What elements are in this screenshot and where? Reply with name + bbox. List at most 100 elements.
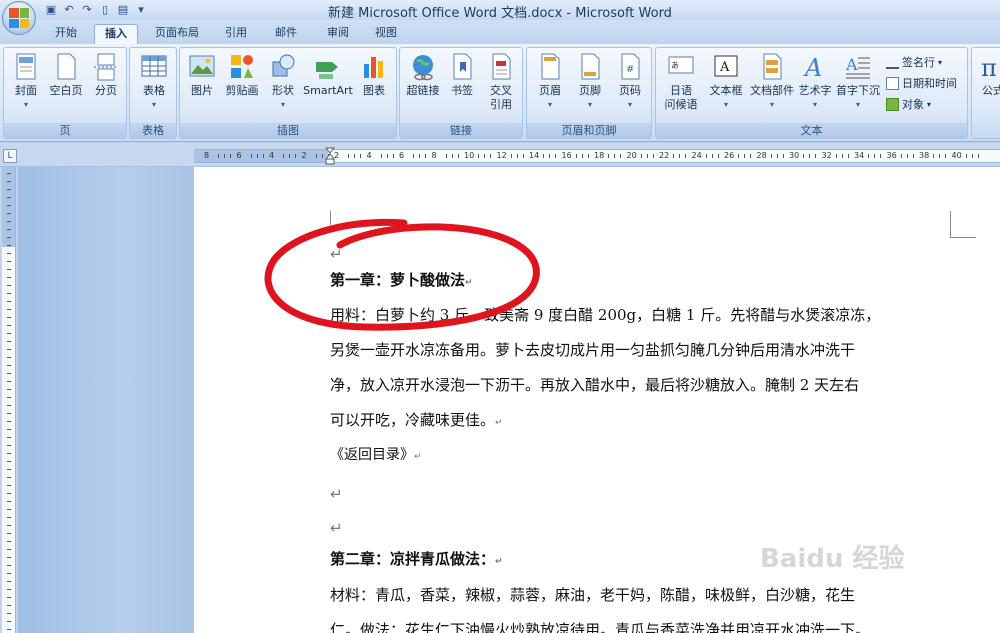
chapter-1-text-line[interactable]: 可以开吃，冷藏味更佳。↵ xyxy=(330,409,503,430)
tab-mailings[interactable]: 邮件 xyxy=(264,24,308,44)
ruler-tick xyxy=(646,154,648,158)
ruler-tick xyxy=(782,154,784,158)
ruler-tick xyxy=(555,154,556,158)
ruler-tick xyxy=(7,525,11,526)
page-break-button[interactable]: 分页 xyxy=(88,52,124,98)
tab-insert[interactable]: 插入 xyxy=(94,24,138,44)
ruler-tick xyxy=(457,154,459,158)
window-title: 新建 Microsoft Office Word 文档.docx - Micro… xyxy=(328,6,672,21)
chart-button[interactable]: 图表 xyxy=(356,52,392,98)
footer-button[interactable]: 页脚 ▾ xyxy=(571,52,609,112)
office-button[interactable] xyxy=(2,1,36,35)
chapter-2-heading[interactable]: 第二章：凉拌青瓜做法：↵ xyxy=(330,548,503,569)
tab-view[interactable]: 视图 xyxy=(366,24,406,44)
ruler-tick xyxy=(965,154,967,158)
ruler-tick xyxy=(7,517,11,518)
ruler-tick xyxy=(7,445,11,446)
ruler-tick xyxy=(868,154,869,158)
chevron-down-icon: ▾ xyxy=(812,100,817,109)
ruler-number: 10 xyxy=(464,151,475,160)
ruler-tick xyxy=(7,533,11,534)
ribbon: 封面 ▾ 空白页 分页 页 表格 ▾ 表格 图片 剪贴画 形状 ▾ SmartA… xyxy=(0,44,1000,142)
page-break-icon xyxy=(94,53,118,81)
chapter-1-text-line[interactable]: 用料：白萝卜约 3 斤，致美斋 9 度白醋 200g，白糖 1 斤。先将醋与水煲… xyxy=(330,304,880,325)
ruler-tick xyxy=(315,154,317,158)
quick-parts-icon xyxy=(763,53,782,80)
tab-selector[interactable]: L xyxy=(3,149,17,163)
picture-button[interactable]: 图片 xyxy=(184,52,220,98)
chapter-1-text-line[interactable]: 净，放入凉开水浸泡一下沥干。再放入醋水中，最后将沙糖放入。腌制 2 天左右 xyxy=(330,374,859,395)
textbox-button[interactable]: A 文本框 ▾ xyxy=(706,52,746,112)
tab-page-layout[interactable]: 页面布局 xyxy=(146,24,208,44)
tab-references[interactable]: 引用 xyxy=(216,24,256,44)
cover-page-button[interactable]: 封面 ▾ xyxy=(8,52,44,112)
table-button[interactable]: 表格 ▾ xyxy=(135,52,173,112)
ruler-tick xyxy=(620,154,621,158)
ruler-tick xyxy=(679,154,680,158)
signature-line-button[interactable]: 签名行 ▾ xyxy=(886,54,942,70)
ruler-tick xyxy=(392,154,394,158)
textbox-icon: A xyxy=(714,55,738,77)
shapes-icon xyxy=(272,54,295,77)
ruler-tick xyxy=(803,154,804,158)
ruler-tick xyxy=(971,154,973,158)
clipart-icon xyxy=(231,55,253,78)
ruler-tick xyxy=(7,565,11,566)
header-button[interactable]: 页眉 ▾ xyxy=(531,52,569,112)
wordart-button[interactable]: A 艺术字 ▾ xyxy=(796,52,834,112)
chart-icon xyxy=(364,57,383,78)
drop-cap-icon: A xyxy=(845,55,870,79)
group-label: 插图 xyxy=(180,123,396,138)
indent-marker-icon[interactable] xyxy=(325,147,335,165)
ruler-tick xyxy=(7,221,11,222)
chapter-1-text-line[interactable]: 另煲一壶开水凉冻备用。萝卜去皮切成片用一匀盐抓匀腌几分钟后用清水冲洗干 xyxy=(330,339,855,360)
page-number-button[interactable]: # 页码 ▾ xyxy=(611,52,649,112)
smartart-button[interactable]: SmartArt xyxy=(302,52,354,98)
ruler-tick xyxy=(510,154,512,158)
drop-cap-button[interactable]: A 首字下沉 ▾ xyxy=(834,52,882,112)
date-time-button[interactable]: 日期和时间 xyxy=(886,75,957,91)
ruler-number: 24 xyxy=(691,151,702,160)
ruler-tick xyxy=(386,154,388,158)
ruler-number: 14 xyxy=(529,151,540,160)
ruler-tick xyxy=(7,261,11,262)
tab-home[interactable]: 开始 xyxy=(44,24,88,44)
quick-parts-button[interactable]: 文档部件 ▾ xyxy=(748,52,796,112)
ruler-number: 12 xyxy=(496,151,507,160)
chapter-2-text-line[interactable]: 材料：青瓜，香菜，辣椒，蒜蓉，麻油，老干妈，陈醋，味极鲜，白沙糖，花生 xyxy=(330,584,855,605)
clipart-button[interactable]: 剪贴画 xyxy=(222,52,262,98)
ruler-tick xyxy=(419,154,420,158)
group-illustrations: 图片 剪贴画 形状 ▾ SmartArt 图表 插图 xyxy=(179,47,397,139)
shapes-button[interactable]: 形状 ▾ xyxy=(266,52,300,112)
horizontal-ruler[interactable]: 8 6 4 2 2 4 6 8 10 12 14 16 18 20 22 24 26 28 30 32 34 36 38 40 xyxy=(194,149,1000,163)
ruler-tick xyxy=(738,154,739,158)
footer-icon xyxy=(581,53,600,80)
phonetic-greeting-button[interactable]: あ 日语 问候语 xyxy=(660,52,702,112)
table-icon xyxy=(141,55,167,77)
ruler-tick xyxy=(7,429,11,430)
group-pages: 封面 ▾ 空白页 分页 页 xyxy=(3,47,127,139)
chapter-2-text-line[interactable]: 仁。做法：花生仁下油慢火炒熟放凉待用。青瓜与香菜洗净并用凉开水冲洗一下。 xyxy=(330,619,870,633)
ruler-number: 6 xyxy=(399,151,405,160)
ruler-tick xyxy=(776,154,778,158)
ruler-tick xyxy=(7,181,11,182)
bookmark-button[interactable]: 书签 xyxy=(445,52,479,98)
pi-icon: π xyxy=(981,54,997,82)
ruler-tick xyxy=(7,605,11,606)
tab-review[interactable]: 审阅 xyxy=(316,24,360,44)
cross-reference-button[interactable]: 交叉 引用 xyxy=(482,52,520,112)
chevron-down-icon: ▾ xyxy=(547,100,552,109)
svg-text:あ: あ xyxy=(671,61,679,70)
chevron-down-icon: ▾ xyxy=(23,100,28,109)
chapter-1-heading[interactable]: 第一章：萝卜酸做法↵ xyxy=(330,269,473,290)
paragraph-mark: ↵ xyxy=(495,418,503,428)
vertical-ruler[interactable] xyxy=(2,167,16,633)
object-button[interactable]: 对象 ▾ xyxy=(886,96,931,112)
ruler-left-margin xyxy=(194,150,328,162)
ruler-tick xyxy=(543,154,544,158)
ruler-number: 4 xyxy=(366,151,372,160)
formula-button[interactable]: π 公式 xyxy=(976,52,1000,98)
blank-page-button[interactable]: 空白页 xyxy=(46,52,86,98)
hyperlink-button[interactable]: 超链接 xyxy=(403,52,443,98)
back-to-toc-link[interactable]: 《返回目录》↵ xyxy=(330,444,422,464)
